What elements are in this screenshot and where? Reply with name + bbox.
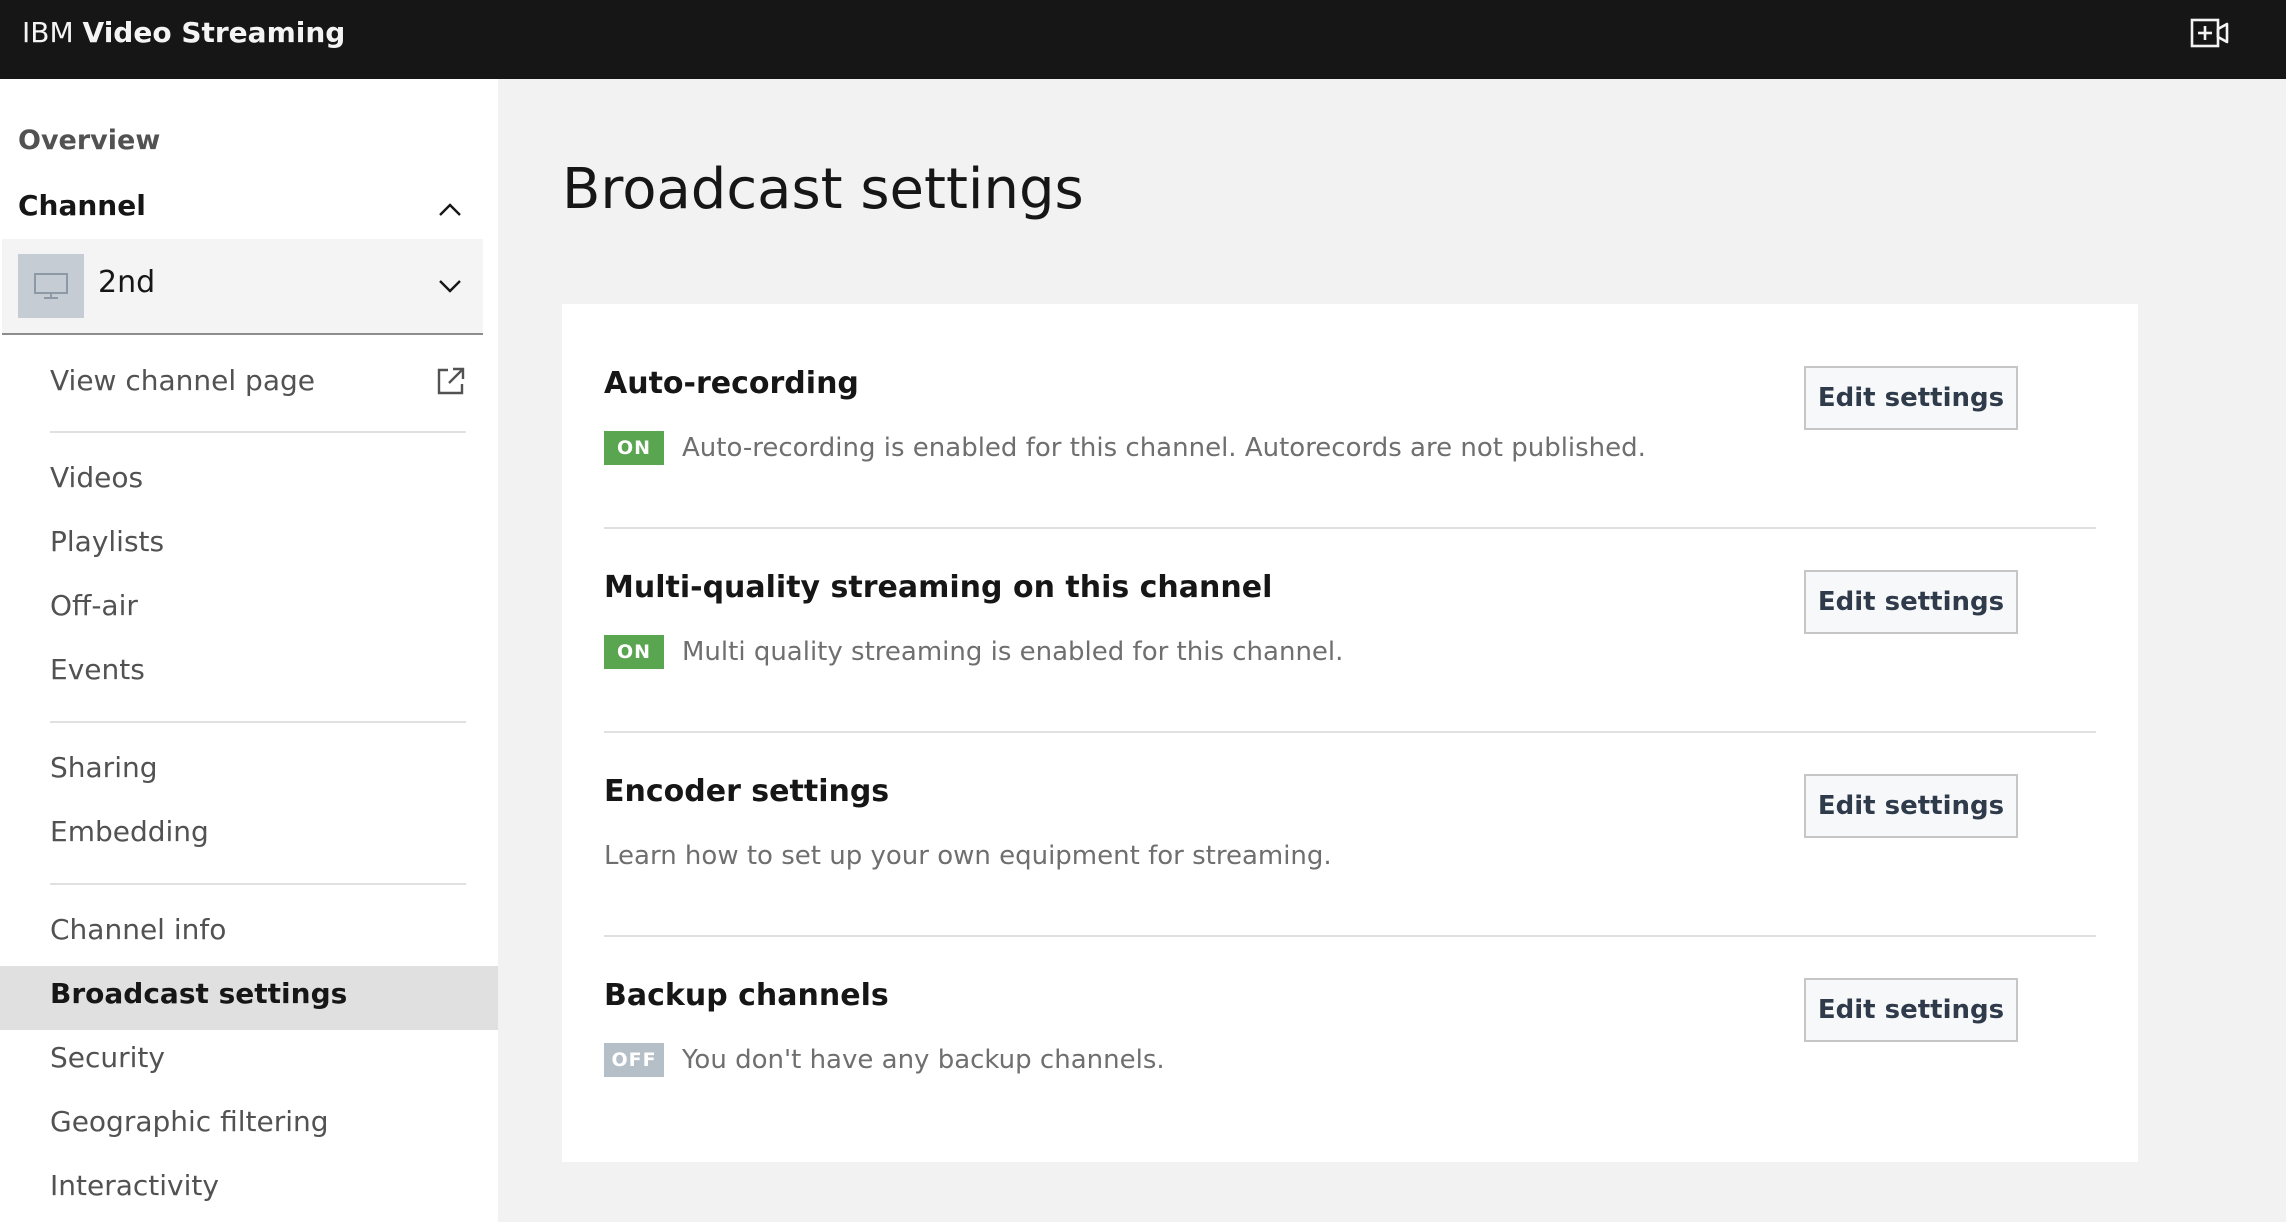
sidebar-item-interactivity[interactable]: Interactivity <box>50 1168 219 1204</box>
sidebar-item-channel-info[interactable]: Channel info <box>50 912 226 948</box>
monitor-icon <box>18 254 84 318</box>
setting-description: Multi quality streaming is enabled for t… <box>682 637 1344 667</box>
setting-row-backup-channels: Backup channels OFF You don't have any b… <box>604 916 2096 1120</box>
setting-title: Backup channels <box>604 978 889 1013</box>
sidebar-item-playlists[interactable]: Playlists <box>50 524 164 560</box>
edit-settings-button[interactable]: Edit settings <box>1804 366 2018 430</box>
edit-settings-button[interactable]: Edit settings <box>1804 570 2018 634</box>
setting-title: Multi-quality streaming on this channel <box>604 570 1273 605</box>
channel-heading: Channel <box>18 189 146 222</box>
setting-title: Auto-recording <box>604 366 859 401</box>
status-badge: ON <box>604 431 664 465</box>
edit-settings-button[interactable]: Edit settings <box>1804 774 2018 838</box>
setting-description: Auto-recording is enabled for this chann… <box>682 433 1646 463</box>
sidebar-item-events[interactable]: Events <box>50 652 145 688</box>
sidebar-item-off-air[interactable]: Off-air <box>50 588 138 624</box>
sidebar: Overview Channel 2nd View channel page V… <box>0 79 498 1222</box>
brand-name: Video Streaming <box>82 16 346 49</box>
sidebar-item-embedding[interactable]: Embedding <box>50 814 209 850</box>
sidebar-item-sharing[interactable]: Sharing <box>50 750 158 786</box>
sidebar-divider <box>50 431 466 433</box>
edit-settings-button[interactable]: Edit settings <box>1804 978 2018 1042</box>
status-badge: OFF <box>604 1043 664 1077</box>
chevron-down-icon <box>436 272 464 300</box>
sidebar-divider <box>50 883 466 885</box>
sidebar-item-security[interactable]: Security <box>50 1040 165 1076</box>
setting-description: Learn how to set up your own equipment f… <box>604 841 1332 871</box>
brand-prefix: IBM <box>22 16 74 49</box>
view-channel-page-link[interactable]: View channel page <box>50 363 315 399</box>
sidebar-item-overview[interactable]: Overview <box>18 125 160 156</box>
setting-title: Encoder settings <box>604 774 890 809</box>
sidebar-item-videos[interactable]: Videos <box>50 460 143 496</box>
sidebar-item-broadcast-settings[interactable]: Broadcast settings <box>50 976 347 1012</box>
brand-logo[interactable]: IBM Video Streaming <box>22 14 345 52</box>
setting-row-multi-quality: Multi-quality streaming on this channel … <box>604 508 2096 712</box>
setting-row-auto-recording: Auto-recording ON Auto-recording is enab… <box>604 304 2096 508</box>
sidebar-divider <box>50 721 466 723</box>
channel-selector-value: 2nd <box>98 265 156 300</box>
page-title: Broadcast settings <box>562 157 1084 222</box>
sidebar-item-geographic-filtering[interactable]: Geographic filtering <box>50 1104 329 1140</box>
status-badge: ON <box>604 635 664 669</box>
top-bar: IBM Video Streaming <box>0 0 2286 79</box>
setting-description: You don't have any backup channels. <box>682 1045 1165 1075</box>
setting-row-encoder: Encoder settings Learn how to set up you… <box>604 712 2096 916</box>
settings-card: Auto-recording ON Auto-recording is enab… <box>562 304 2138 1162</box>
channel-selector[interactable]: 2nd <box>2 239 483 335</box>
chevron-up-icon[interactable] <box>436 196 464 224</box>
add-video-icon[interactable] <box>2190 16 2230 50</box>
external-link-icon[interactable] <box>436 366 466 396</box>
